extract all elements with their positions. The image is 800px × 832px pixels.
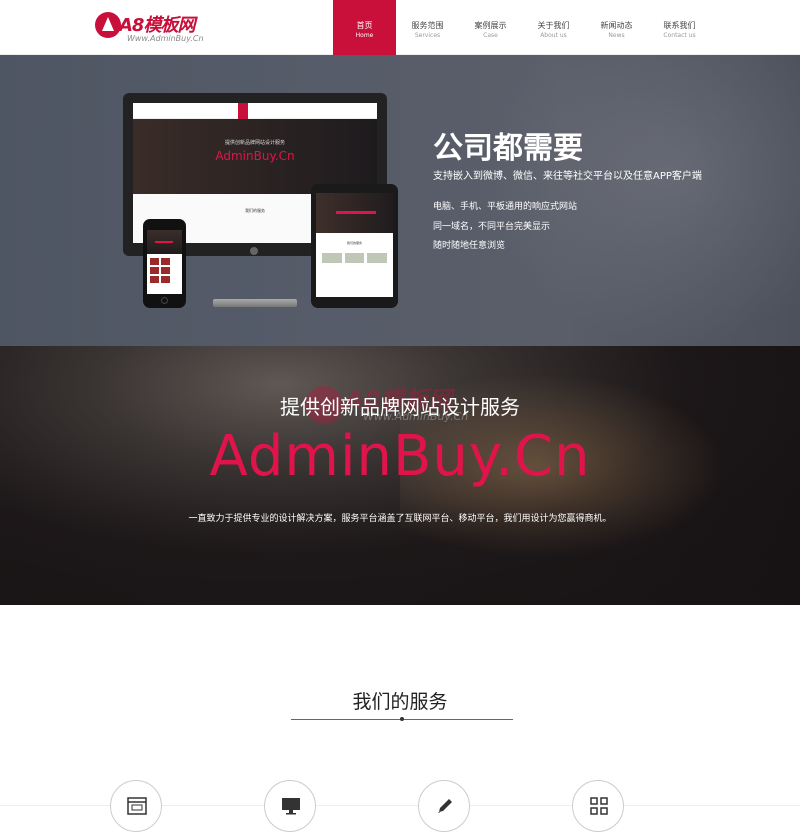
nav-label-en: Services	[414, 32, 441, 39]
nav-item-case[interactable]: 案例展示 Case	[459, 0, 522, 55]
nav-item-contact[interactable]: 联系我们 Contact us	[648, 0, 711, 55]
hero-title: 公司都需要	[433, 131, 583, 166]
nav-item-services[interactable]: 服务范围 Services	[396, 0, 459, 55]
nav-label: 联系我们	[663, 21, 696, 30]
nav-label: 首页	[356, 21, 373, 30]
section-title: 我们的服务	[352, 691, 448, 713]
nav-label: 案例展示	[474, 21, 507, 30]
nav-label: 新闻动态	[600, 21, 633, 30]
banner-title: 提供创新品牌网站设计服务	[280, 395, 520, 419]
mock-title: 提供创新品牌网站设计服务	[224, 140, 285, 146]
nav-label-en: Contact us	[663, 32, 696, 39]
site-header: A8模板网 Www.AdminBuy.Cn 首页 Home 服务范围 Servi…	[0, 0, 800, 55]
monitor-icon	[282, 798, 300, 815]
hero-feature-list: 电脑、手机、平板通用的响应式网站 同一域名，不同平台完美显示 随时随地任意浏览	[433, 198, 577, 257]
nav-item-home[interactable]: 首页 Home	[333, 0, 396, 55]
nav-label-en: News	[608, 32, 625, 39]
apple-logo-icon	[250, 247, 258, 255]
site-logo[interactable]: A8模板网 Www.AdminBuy.Cn	[95, 10, 205, 46]
web-design-icon	[127, 797, 147, 815]
hero-responsive-banner: 提供创新品牌网站设计服务 AdminBuy.Cn 我们的服务 我们的服务 公司都…	[0, 55, 800, 346]
phone-mockup	[143, 219, 186, 308]
main-nav: 首页 Home 服务范围 Services 案例展示 Case 关于我们 Abo…	[333, 0, 711, 55]
services-section: 我们的服务	[0, 605, 800, 832]
nav-label-en: Home	[355, 32, 374, 39]
banner-brand: AdminBuy.Cn	[209, 424, 591, 489]
service-web-design[interactable]	[110, 780, 162, 832]
mock-brand: AdminBuy.Cn	[215, 149, 295, 163]
monitor-stand	[213, 299, 297, 307]
banner-description: 一直致力于提供专业的设计解决方案，服务平台涵盖了互联网平台、移动平台，我们用设计…	[188, 514, 612, 524]
service-responsive[interactable]	[264, 780, 316, 832]
pencil-icon	[438, 799, 452, 813]
tablet-section-title: 我们的服务	[346, 241, 362, 245]
feature-item: 电脑、手机、平板通用的响应式网站	[433, 202, 578, 212]
nav-label: 关于我们	[537, 21, 570, 30]
service-design[interactable]	[418, 780, 470, 832]
nav-item-about[interactable]: 关于我们 About us	[522, 0, 585, 55]
home-button-icon	[161, 297, 168, 304]
tablet-mockup: 我们的服务	[311, 184, 398, 308]
feature-item: 随时随地任意浏览	[433, 241, 506, 251]
logo-subtext: Www.AdminBuy.Cn	[127, 34, 204, 43]
feature-item: 同一域名，不同平台完美显示	[433, 221, 551, 232]
hero-brand-banner: A8模板网 Www.AdminBuy.Cn 提供创新品牌网站设计服务 Admin…	[0, 346, 800, 605]
grid-icon	[590, 797, 608, 815]
nav-item-news[interactable]: 新闻动态 News	[585, 0, 648, 55]
hero-subtitle: 支持嵌入到微博、微信、来往等社交平台以及任意APP客户端	[433, 171, 702, 182]
service-apps[interactable]	[572, 780, 624, 832]
nav-label-en: About us	[540, 32, 567, 39]
logo-icon	[95, 12, 121, 38]
nav-label-en: Case	[483, 32, 498, 39]
nav-label: 服务范围	[411, 21, 444, 30]
